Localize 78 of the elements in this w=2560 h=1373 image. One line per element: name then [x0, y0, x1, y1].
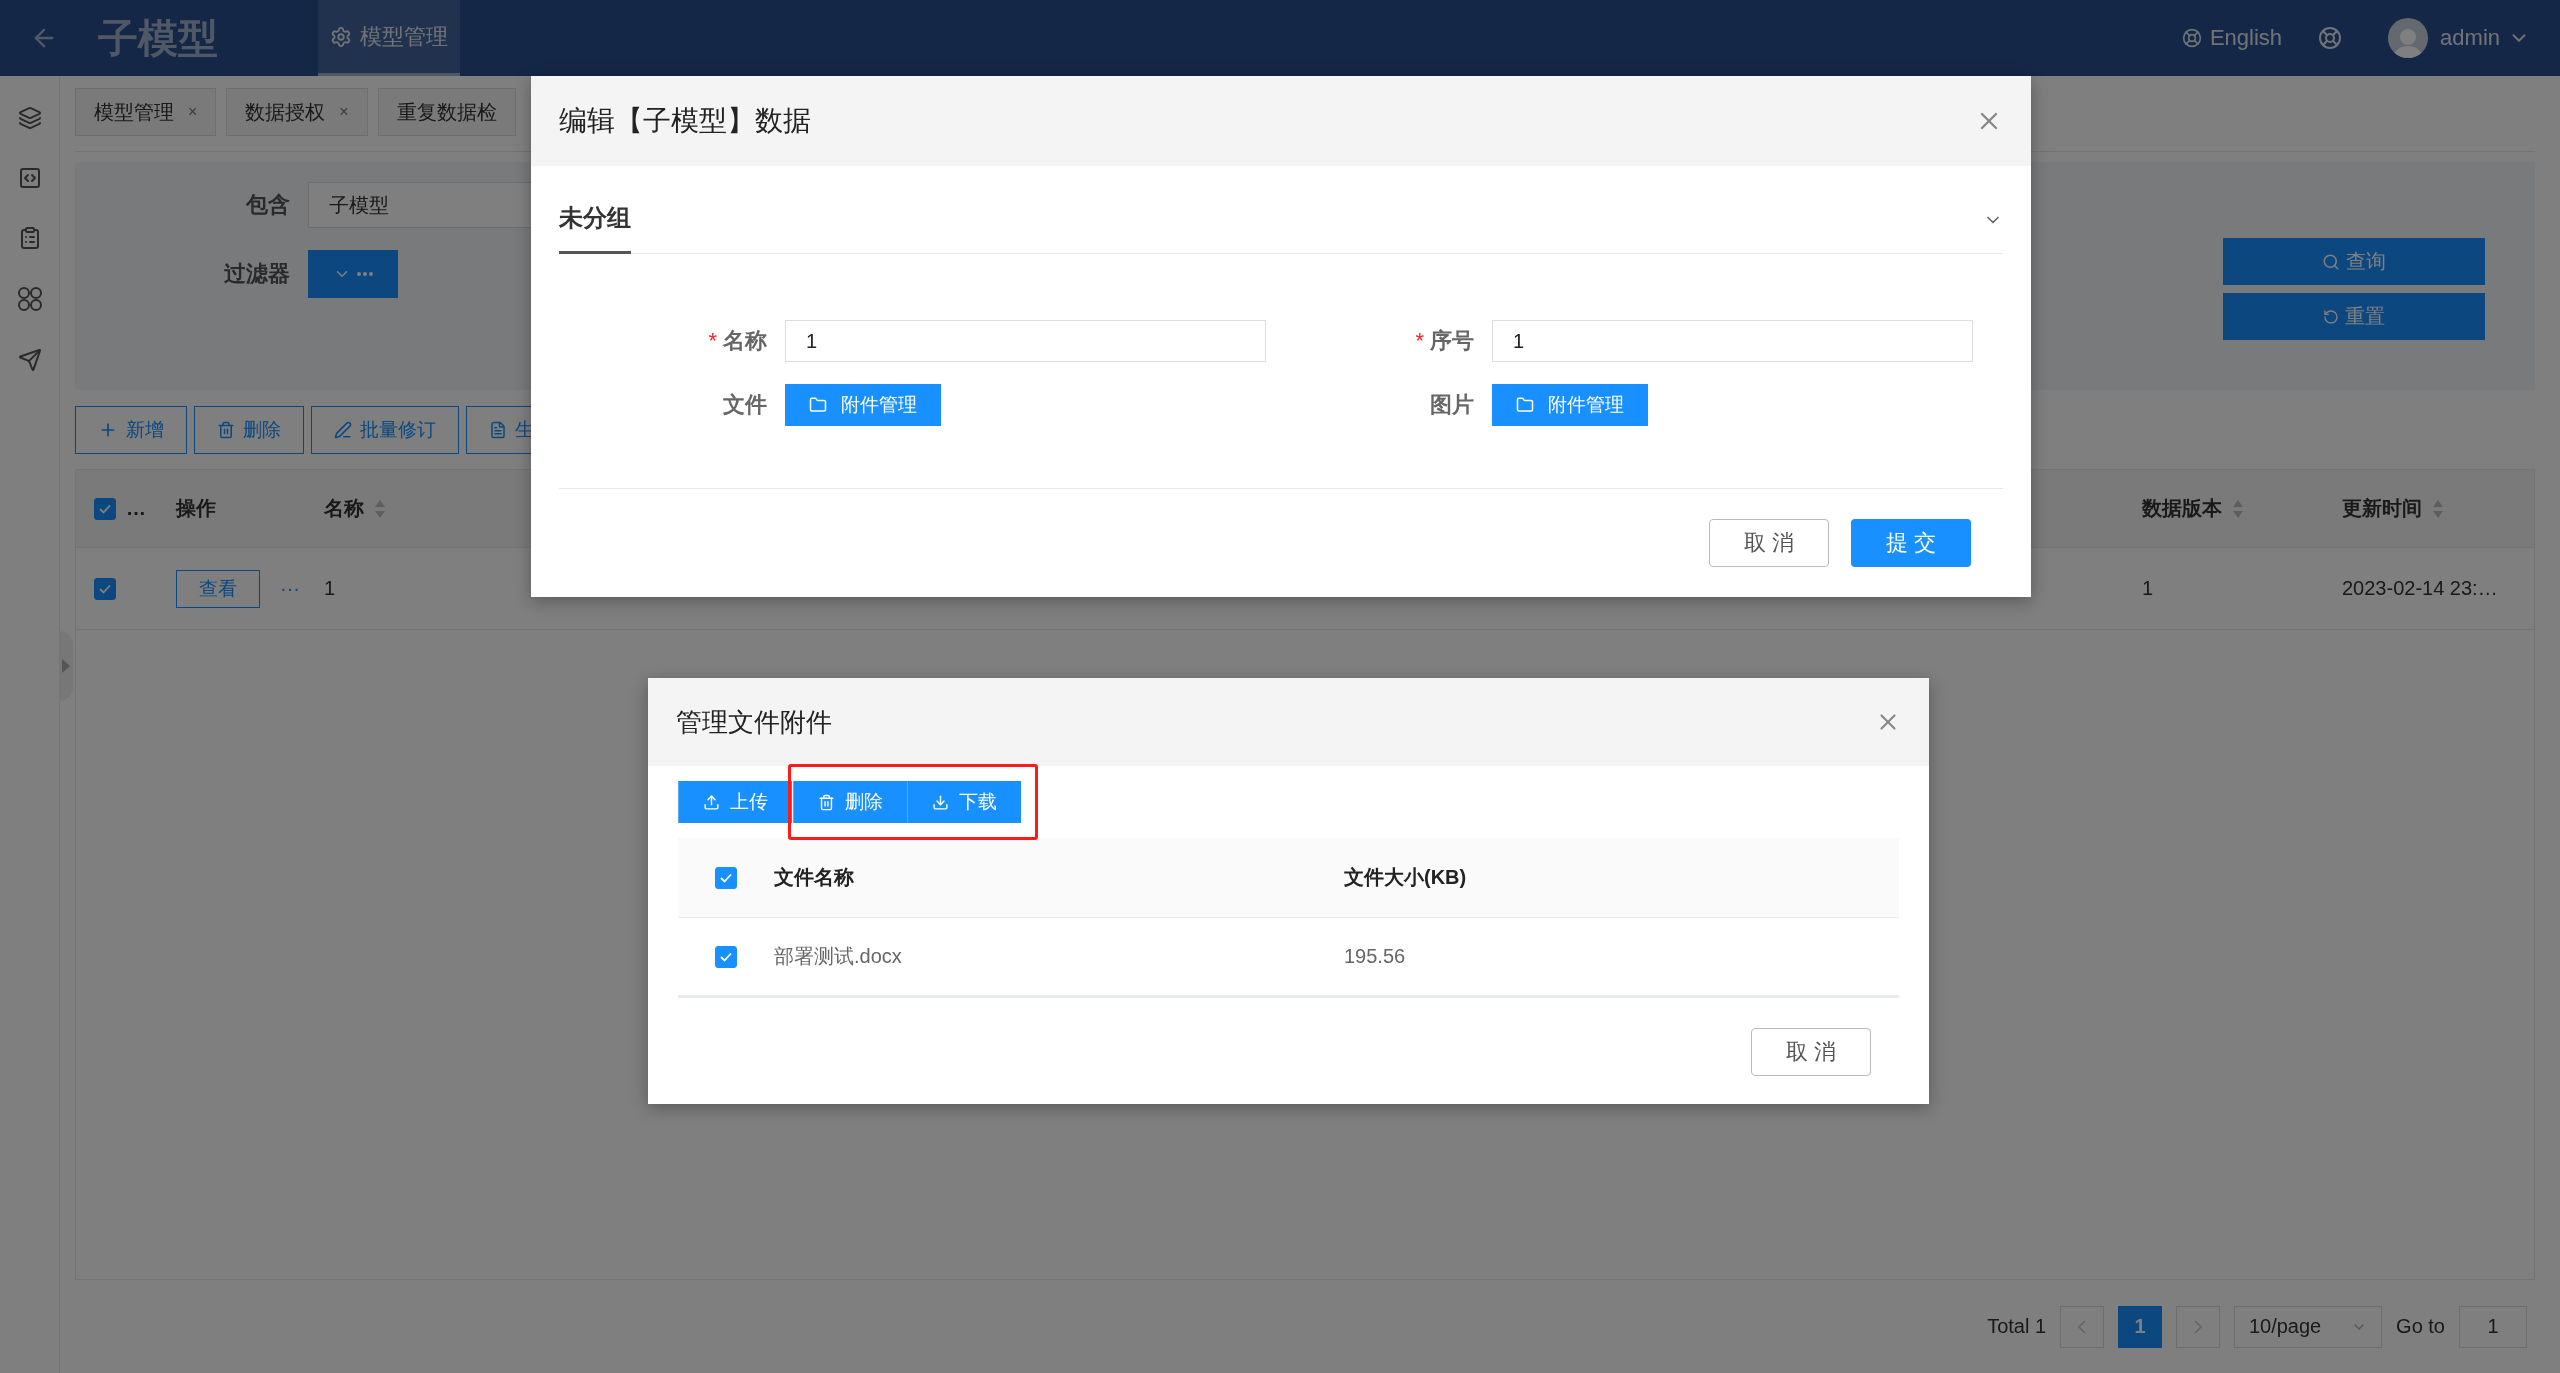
search-button[interactable]: 重置	[2223, 293, 2485, 340]
upload-icon	[703, 793, 720, 811]
toolbar-button[interactable]: 批量修订	[311, 406, 459, 454]
column-header: 文件大小(KB)	[1344, 865, 1468, 890]
chevron-left-icon	[2078, 1319, 2087, 1334]
folder-icon	[809, 396, 827, 414]
field-label: * 序号	[1414, 327, 1474, 355]
table-cell-text: 195.56	[1344, 945, 1407, 968]
more-button[interactable]: ···	[280, 577, 300, 600]
submit-button[interactable]: 提 交	[1851, 519, 1971, 567]
toolbar-button[interactable]: 新增	[75, 406, 187, 454]
file-icon	[489, 421, 507, 439]
page-button[interactable]: 1	[2118, 1305, 2163, 1348]
input-field[interactable]: 1	[1492, 320, 1973, 362]
checkbox[interactable]	[94, 497, 116, 520]
cancel-button[interactable]: 取 消	[1751, 1028, 1871, 1076]
attachment-button[interactable]: 附件管理	[785, 384, 941, 426]
table-cell: 1	[2142, 577, 2154, 600]
total-count: Total 1	[1987, 1315, 2047, 1338]
trash-icon	[818, 793, 835, 811]
cancel-button[interactable]: 取 消	[1709, 519, 1829, 567]
search-icon	[2322, 252, 2340, 271]
dialog-title: 管理文件附件	[676, 705, 832, 739]
send-icon[interactable]	[17, 348, 42, 372]
page-tab[interactable]: 数据授权 ×	[226, 88, 368, 136]
view-button[interactable]: 查看	[176, 569, 260, 608]
triangle-icon	[62, 659, 70, 673]
chevron-right-icon	[2194, 1319, 2203, 1334]
page-size-select[interactable]: 10/page	[2234, 1305, 2383, 1348]
user-name[interactable]: admin	[2440, 25, 2500, 51]
checkbox[interactable]	[715, 945, 737, 968]
checkbox[interactable]	[94, 577, 116, 600]
checkbox[interactable]	[715, 866, 737, 889]
input-field[interactable]: 1	[785, 320, 1266, 362]
group-tab[interactable]: 未分组	[559, 185, 631, 254]
column-header: 名称	[324, 496, 364, 521]
close-icon[interactable]: ×	[339, 103, 349, 121]
reset-icon	[2323, 308, 2339, 325]
dialog-title: 编辑【子模型】数据	[559, 104, 811, 138]
search-button[interactable]: 查询	[2223, 238, 2485, 285]
help-icon[interactable]	[2318, 26, 2343, 50]
app-title: 子模型	[98, 14, 219, 62]
field-label: * 名称	[707, 327, 767, 355]
column-header: 操作	[176, 496, 216, 521]
download-icon	[932, 793, 949, 811]
action-button[interactable]: 上传	[678, 781, 792, 823]
column-header: 数据版本	[2142, 496, 2222, 521]
page-tab[interactable]: 模型管理 ×	[75, 88, 217, 136]
close-icon[interactable]: ×	[188, 103, 198, 121]
page-tab[interactable]: 重复数据检	[377, 88, 516, 136]
layers-icon[interactable]	[17, 106, 42, 130]
filter-label: 包含	[244, 191, 290, 219]
field-label: 文件	[722, 391, 767, 419]
filter-label: 过滤器	[223, 260, 290, 288]
field-label: 图片	[1429, 391, 1474, 419]
ellipsis-icon	[357, 272, 373, 276]
user-icon	[2393, 26, 2424, 58]
action-button[interactable]: 删除	[793, 781, 907, 823]
table-cell-text: 部署测试.docx	[774, 944, 903, 969]
avatar[interactable]	[2388, 18, 2429, 58]
table-cell: 2023-02-14 23:…	[2342, 577, 2498, 600]
action-button[interactable]: 下载	[907, 781, 1021, 823]
trash-icon	[217, 421, 235, 439]
folder-icon	[1516, 396, 1534, 414]
grid-icon[interactable]	[16, 286, 43, 312]
table-cell: 1	[324, 577, 336, 600]
code-icon[interactable]	[17, 166, 42, 190]
column-header: 更新时间	[2342, 496, 2422, 521]
goto-field[interactable]: 1	[2459, 1305, 2527, 1348]
attachment-button[interactable]: 附件管理	[1492, 384, 1648, 426]
pen-icon	[334, 421, 352, 439]
toolbar-button[interactable]: 删除	[194, 406, 304, 454]
language-menu[interactable]: English	[2209, 25, 2283, 51]
header-text: …	[126, 497, 146, 520]
goto-label: Go to	[2396, 1315, 2445, 1338]
sidebar-toggle[interactable]	[59, 631, 73, 701]
column-header: 文件名称	[774, 865, 855, 890]
gear-icon	[330, 25, 352, 48]
